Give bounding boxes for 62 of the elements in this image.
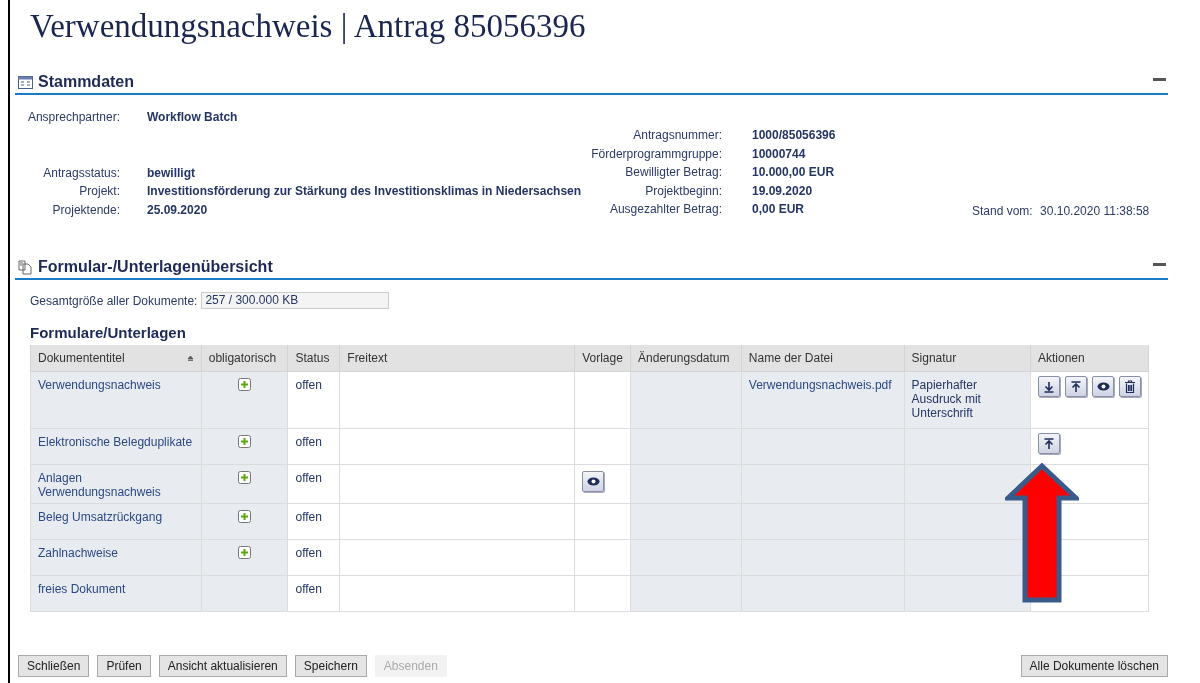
documents-icon bbox=[18, 259, 33, 275]
footer-button[interactable]: Speichern bbox=[294, 655, 367, 677]
field-value: bewilligt bbox=[147, 165, 195, 180]
column-header[interactable]: Änderungsdatum bbox=[630, 345, 742, 372]
page-title: Verwendungsnachweis | Antrag 85056396 bbox=[30, 7, 587, 45]
collapse-icon[interactable] bbox=[1153, 77, 1166, 81]
column-header[interactable]: Freitext bbox=[339, 345, 575, 372]
section-title: Formular-/Unterlagenübersicht bbox=[38, 258, 273, 276]
field-value: Workflow Batch bbox=[147, 110, 238, 125]
column-header[interactable]: Vorlage bbox=[574, 345, 631, 372]
status-text: offen bbox=[295, 378, 322, 392]
trash-icon bbox=[1124, 380, 1136, 393]
field-value: Investitionsförderung zur Stärkung des Investitionsklimas in Niedersachsen bbox=[147, 184, 582, 199]
table-title: Formulare/Unterlagen bbox=[30, 324, 187, 341]
column-header[interactable]: obligatorisch bbox=[201, 345, 288, 372]
download-button[interactable] bbox=[1038, 376, 1060, 397]
download-icon bbox=[1043, 380, 1055, 393]
upload-icon bbox=[1070, 380, 1082, 393]
eye-icon bbox=[586, 477, 600, 486]
signature-text: Papierhafter Ausdruck mit Unterschrift bbox=[911, 378, 982, 420]
field-value: 10.000,00 EUR bbox=[752, 165, 836, 180]
status-text: offen bbox=[295, 435, 322, 449]
timestamp-label: Stand vom: bbox=[972, 204, 1033, 218]
eye-icon bbox=[1096, 382, 1110, 391]
column-header[interactable]: Signatur bbox=[904, 345, 1031, 372]
status-text: offen bbox=[295, 546, 322, 560]
column-header[interactable]: Dokumententitel bbox=[30, 345, 202, 372]
collapse-icon[interactable] bbox=[1153, 262, 1166, 266]
upload-icon bbox=[1043, 437, 1055, 450]
delete-button[interactable] bbox=[1119, 376, 1141, 397]
footer-button[interactable]: Schließen bbox=[18, 655, 90, 677]
footer-button[interactable]: Prüfen bbox=[97, 655, 151, 677]
field-value: 19.09.2020 bbox=[752, 183, 814, 198]
timestamp-value: 30.10.2020 11:38:58 bbox=[1040, 204, 1150, 218]
section-title: Stammdaten bbox=[38, 73, 135, 91]
column-header[interactable]: Name der Datei bbox=[741, 345, 905, 372]
column-header[interactable]: Status bbox=[287, 345, 340, 372]
table-icon bbox=[18, 75, 33, 89]
upload-button[interactable] bbox=[1065, 376, 1087, 397]
field-label: Ansprechpartner: bbox=[26, 110, 120, 125]
field-label: Förderprogrammgruppe: bbox=[590, 146, 722, 161]
field-label: Projektende: bbox=[51, 202, 120, 217]
upload-button[interactable] bbox=[1038, 433, 1060, 454]
status-text: offen bbox=[295, 471, 322, 485]
status-text: offen bbox=[295, 582, 322, 596]
field-label: Antragsstatus: bbox=[42, 165, 120, 180]
field-label: Gesamtgröße aller Dokumente: bbox=[30, 293, 198, 308]
field-value: 25.09.2020 bbox=[147, 202, 208, 217]
field-label: Bewilligter Betrag: bbox=[624, 165, 722, 180]
view-template-button[interactable] bbox=[582, 471, 605, 492]
field-value: 1000/85056396 bbox=[752, 128, 837, 143]
column-header[interactable]: Aktionen bbox=[1030, 345, 1149, 372]
field-label: Ausgezahlter Betrag: bbox=[608, 202, 722, 217]
field-label: Projekt: bbox=[78, 184, 120, 199]
field-value: 0,00 EUR bbox=[752, 202, 806, 217]
footer-button[interactable]: Ansicht aktualisieren bbox=[158, 655, 287, 677]
field-value: 10000744 bbox=[752, 146, 807, 161]
status-text: offen bbox=[295, 510, 322, 524]
view-button[interactable] bbox=[1092, 376, 1114, 397]
delete-all-button[interactable]: Alle Dokumente löschen bbox=[1020, 655, 1168, 677]
field-label: Antragsnummer: bbox=[632, 128, 722, 143]
size-field: 257 / 300.000 KB bbox=[201, 292, 390, 309]
